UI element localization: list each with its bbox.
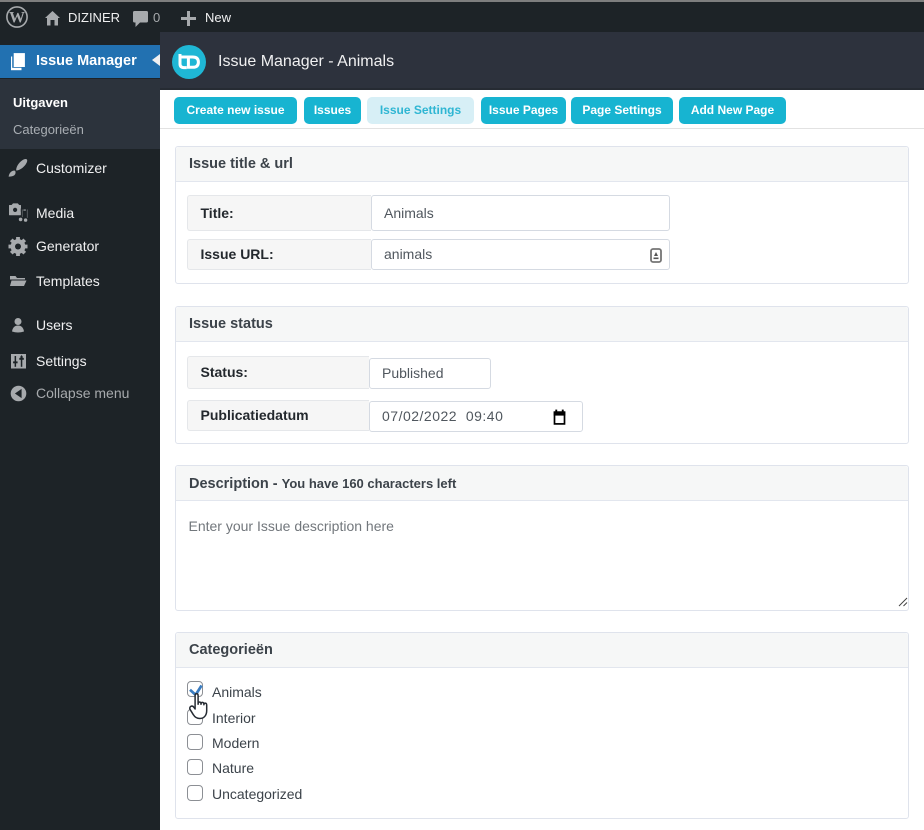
svg-text:W: W	[9, 10, 25, 27]
